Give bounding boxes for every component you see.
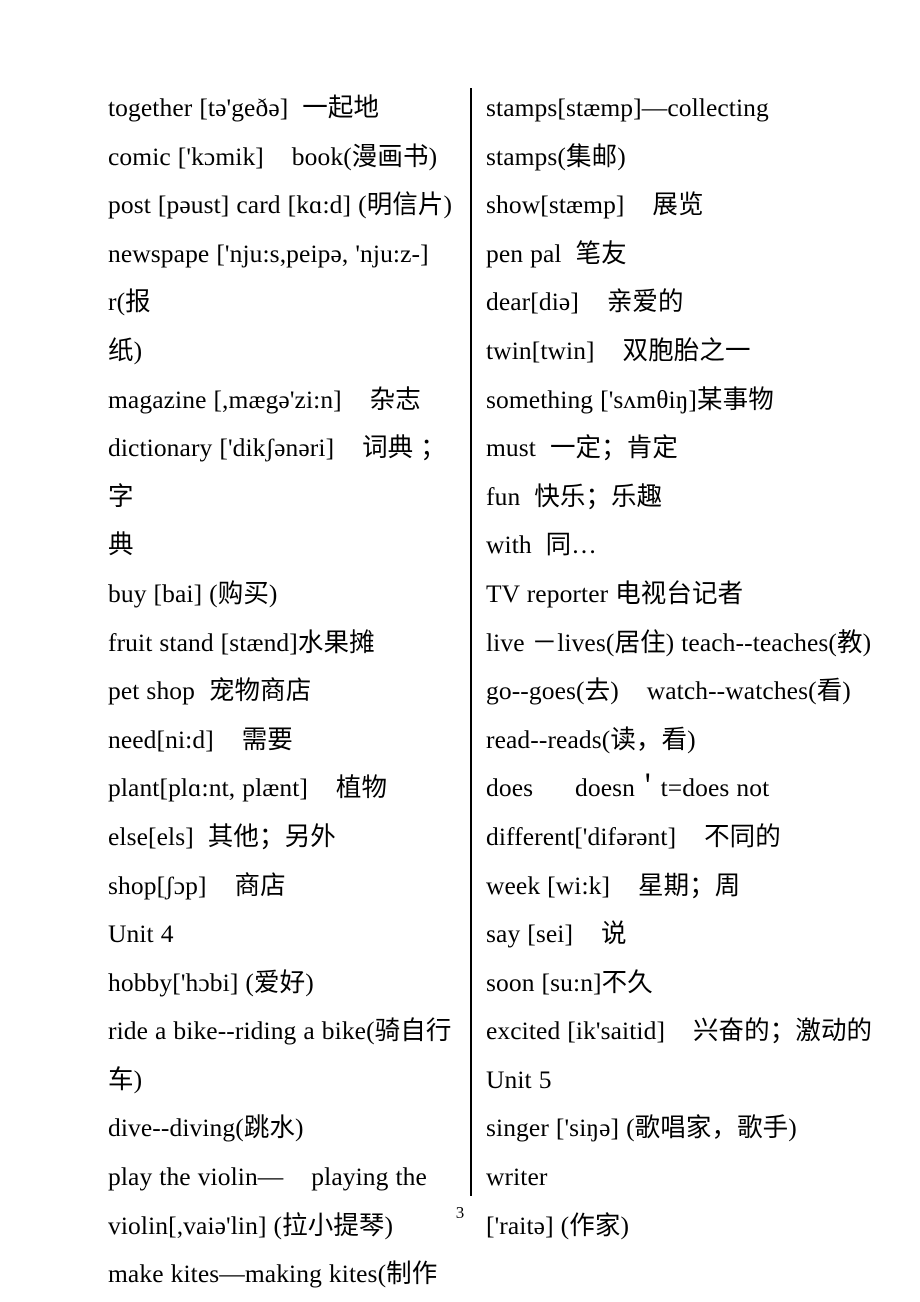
vocabulary-line: dear[diə] 亲爱的 — [486, 287, 684, 317]
vocabulary-line: else[els] 其他；另外 — [108, 821, 336, 851]
right-column: stamps[stæmp]—collecting stamps(集邮) show… — [486, 84, 886, 1250]
vocabulary-line: twin[twin] 双胞胎之一 — [486, 335, 751, 365]
vocabulary-line: make kites—making kites(制作风筝) — [108, 1259, 438, 1289]
two-column-layout: together [tə'geðə] 一起地 comic ['kɔmik] bo… — [0, 0, 920, 1302]
document-page: together [tə'geðə] 一起地 comic ['kɔmik] bo… — [0, 0, 920, 1302]
vocabulary-line: comic ['kɔmik] book(漫画书) — [108, 141, 438, 171]
unit-heading: Unit 4 — [108, 919, 174, 949]
vocabulary-line: read--reads(读，看) — [486, 724, 696, 754]
vocabulary-line: newspape ['nju:s,peipə, 'nju:z-] r(报 — [108, 238, 436, 317]
vocabulary-line: shop[ʃɔp] 商店 — [108, 870, 286, 900]
vocabulary-line: stamps(集邮) — [486, 141, 626, 171]
vocabulary-line: TV reporter 电视台记者 — [486, 578, 744, 608]
vocabulary-line: hobby['hɔbi] (爱好) — [108, 967, 314, 997]
vocabulary-line: play the violin— playing the — [108, 1162, 427, 1192]
vocabulary-line: show[stæmp] 展览 — [486, 190, 704, 220]
page-number: 3 — [455, 1203, 465, 1222]
vocabulary-line: dive--diving(跳水) — [108, 1113, 304, 1143]
vocabulary-line: excited [ik'saitid] 兴奋的；激动的 — [486, 1016, 873, 1046]
vocabulary-line: dictionary ['dikʃənəri] 词典 ； 字 — [108, 433, 453, 511]
vocabulary-line: say [sei] 说 — [486, 919, 627, 949]
left-column: together [tə'geðə] 一起地 comic ['kɔmik] bo… — [108, 84, 460, 1302]
vocabulary-line: buy [bai] (购买) — [108, 578, 278, 608]
vocabulary-line: fun 快乐；乐趣 — [486, 481, 663, 511]
vocabulary-line: does doesn＇t=does not — [486, 773, 770, 803]
vocabulary-line: week [wi:k] 星期；周 — [486, 870, 741, 900]
vocabulary-line: 典 — [108, 530, 134, 560]
vocabulary-line: ride a bike--riding a bike(骑自行车) — [108, 1016, 452, 1094]
vocabulary-line: 纸) — [108, 335, 143, 365]
vocabulary-line: pen pal 笔友 — [486, 238, 627, 268]
vocabulary-line: live －lives(居住) teach--teaches(教) — [486, 627, 872, 657]
vocabulary-line: need[ni:d] 需要 — [108, 724, 293, 754]
vocabulary-line: singer ['siŋə] (歌唱家，歌手) writer — [486, 1113, 825, 1192]
unit-heading: Unit 5 — [486, 1064, 552, 1094]
vocabulary-line: stamps[stæmp]—collecting — [486, 93, 769, 122]
vocabulary-line: pet shop 宠物商店 — [108, 676, 312, 706]
vocabulary-line: different['difərənt] 不同的 — [486, 821, 781, 851]
vocabulary-line: post [pəust] card [kɑ:d] (明信片) — [108, 190, 453, 220]
vocabulary-line: must 一定；肯定 — [486, 433, 678, 463]
vocabulary-line: fruit stand [stænd]水果摊 — [108, 627, 375, 657]
vocabulary-line: go--goes(去) watch--watches(看) — [486, 676, 851, 706]
vocabulary-line: plant[plɑ:nt, plænt] 植物 — [108, 773, 388, 803]
vocabulary-line: something ['sʌmθiŋ]某事物 — [486, 384, 774, 414]
vocabulary-line: magazine [,mægə'zi:n] 杂志 — [108, 384, 421, 414]
vocabulary-line: together [tə'geðə] 一起地 — [108, 93, 380, 122]
vocabulary-line: soon [su:n]不久 — [486, 967, 653, 997]
vocabulary-line: with 同… — [486, 530, 597, 560]
